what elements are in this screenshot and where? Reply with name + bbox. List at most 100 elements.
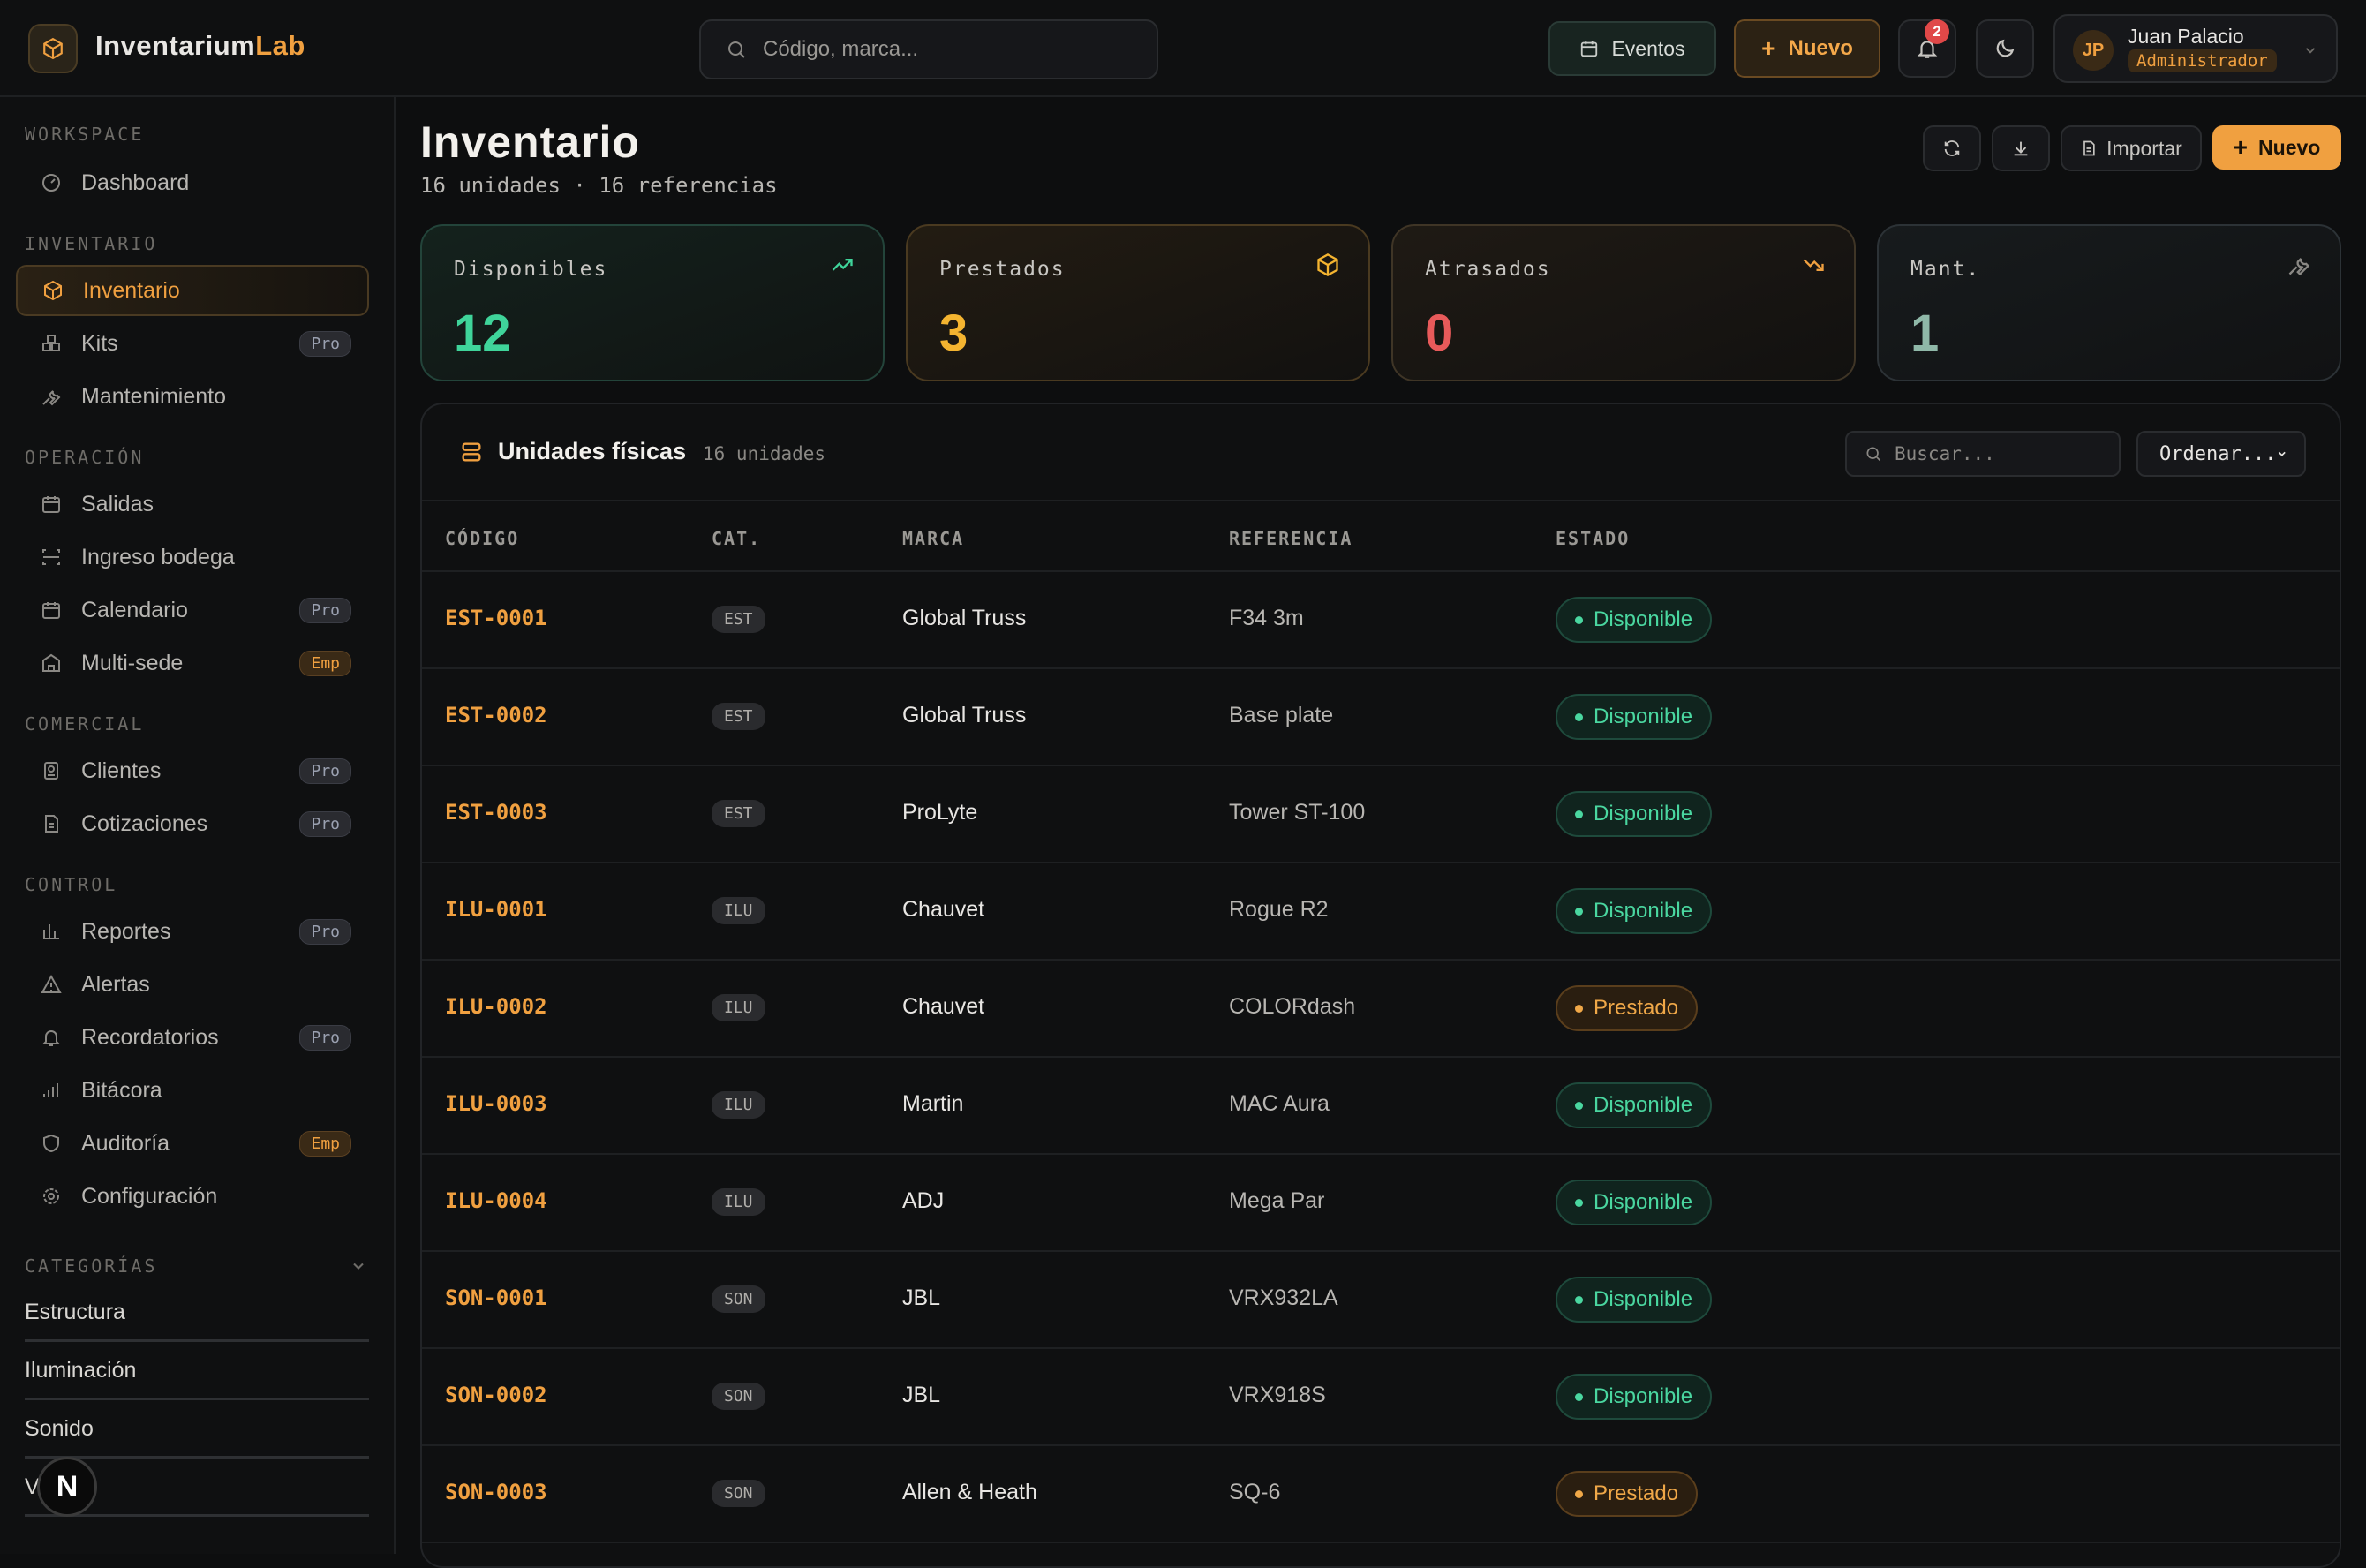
category-pill: SON (712, 1383, 765, 1410)
sidebar-item-ingreso-bodega[interactable]: Ingreso bodega (16, 531, 369, 583)
unit-code[interactable]: SON-0002 (445, 1383, 547, 1407)
table-row[interactable]: SON-0003 SON Allen & Heath SQ-6 Prestado (422, 1446, 2340, 1543)
sidebar-item-label: Configuración (81, 1183, 218, 1209)
sidebar-item-cotizaciones[interactable]: Cotizaciones Pro (16, 798, 369, 849)
stat-value: 3 (939, 305, 968, 362)
table-row[interactable]: ILU-0004 ILU ADJ Mega Par Disponible (422, 1155, 2340, 1252)
new-item-button[interactable]: + Nuevo (2212, 125, 2341, 170)
sidebar-item-auditoria[interactable]: Auditoría Emp (16, 1118, 369, 1169)
theme-toggle-button[interactable] (1976, 19, 2034, 78)
dev-indicator-bubble[interactable]: N (37, 1457, 97, 1517)
unit-brand: Global Truss (902, 703, 1027, 727)
category-pill: EST (712, 800, 765, 827)
stat-card-disponibles[interactable]: Disponibles 12 (420, 224, 885, 381)
unit-code[interactable]: ILU-0004 (445, 1188, 547, 1213)
status-dot (1575, 1101, 1583, 1110)
moon-icon (1996, 39, 2015, 57)
new-top-button[interactable]: + Nuevo (1734, 19, 1880, 78)
download-button[interactable] (1992, 125, 2050, 171)
bell-icon (41, 1030, 61, 1046)
section-label-control: CONTROL (25, 874, 118, 895)
events-button[interactable]: Eventos (1548, 21, 1716, 76)
sidebar-item-label: Auditoría (81, 1130, 170, 1156)
stat-card-atrasados[interactable]: Atrasados 0 (1391, 224, 1856, 381)
sidebar-item-reportes[interactable]: Reportes Pro (16, 906, 369, 957)
sidebar-item-mantenimiento[interactable]: Mantenimiento (16, 371, 369, 422)
sort-select[interactable]: Ordenar... (2136, 431, 2306, 477)
unit-code[interactable]: EST-0003 (445, 800, 547, 825)
unit-code[interactable]: ILU-0003 (445, 1091, 547, 1116)
category-item[interactable]: Sonido (25, 1402, 369, 1459)
sidebar-item-bitacora[interactable]: Bitácora (16, 1065, 369, 1116)
unit-code[interactable]: ILU-0002 (445, 994, 547, 1019)
sidebar-item-salidas[interactable]: Salidas (16, 479, 369, 530)
pro-badge: Pro (299, 1024, 351, 1051)
table-row[interactable]: EST-0001 EST Global Truss F34 3m Disponible (422, 572, 2340, 669)
sidebar-item-kits[interactable]: Kits Pro (16, 318, 369, 369)
table-row[interactable]: ILU-0003 ILU Martin MAC Aura Disponible (422, 1058, 2340, 1155)
notifications-button[interactable]: 2 (1898, 19, 1956, 78)
column-header-estado[interactable]: ESTADO (1556, 528, 1630, 549)
bar-chart-icon (43, 924, 59, 939)
sidebar-item-multi-sede[interactable]: Multi-sede Emp (16, 637, 369, 689)
unit-code[interactable]: ILU-0001 (445, 897, 547, 922)
building-icon (42, 653, 60, 672)
global-search-input[interactable] (763, 37, 1134, 62)
refresh-icon (1944, 140, 1960, 156)
avatar: JP (2073, 30, 2114, 71)
table-row[interactable]: SON-0001 SON JBL VRX932LA Disponible (422, 1252, 2340, 1349)
stat-label: Disponibles (454, 258, 608, 281)
table-row[interactable]: EST-0002 EST Global Truss Base plate Disponi… (422, 669, 2340, 766)
global-search[interactable] (699, 19, 1158, 79)
table-row[interactable]: ILU-0001 ILU Chauvet Rogue R2 Disponible (422, 863, 2340, 961)
unit-brand: Chauvet (902, 994, 985, 1019)
sidebar-item-alertas[interactable]: Alertas (16, 959, 369, 1010)
stat-card-mantenimiento[interactable]: Mant. 1 (1877, 224, 2341, 381)
column-header-codigo[interactable]: CÓDIGO (445, 528, 519, 549)
unit-code[interactable]: SON-0001 (445, 1285, 547, 1310)
calendar-icon (1581, 41, 1598, 57)
import-button[interactable]: Importar (2061, 125, 2202, 171)
sidebar-item-configuracion[interactable]: Configuración (16, 1171, 369, 1222)
section-label-workspace: WORKSPACE (25, 124, 145, 145)
search-icon (728, 41, 745, 58)
column-header-referencia[interactable]: REFERENCIA (1229, 528, 1353, 549)
calendar-icon (42, 496, 60, 513)
sidebar-item-dashboard[interactable]: Dashboard (16, 157, 369, 208)
trending-down-icon (1803, 259, 1824, 271)
sidebar-item-label: Mantenimiento (81, 383, 226, 409)
status-badge: Disponible (1556, 1277, 1713, 1323)
sidebar-item-recordatorios[interactable]: Recordatorios Pro (16, 1012, 369, 1063)
sidebar-item-inventario[interactable]: Inventario (16, 265, 369, 316)
table-row[interactable]: EST-0003 EST ProLyte Tower ST-100 Disponible (422, 766, 2340, 863)
search-icon (1866, 447, 1881, 462)
unit-code[interactable]: EST-0001 (445, 606, 547, 630)
logo-cube-icon[interactable] (28, 24, 78, 73)
user-menu[interactable]: JP Juan Palacio Administrador (2053, 14, 2338, 83)
table-row[interactable]: ILU-0002 ILU Chauvet COLORdash Prestado (422, 961, 2340, 1058)
category-item[interactable]: Estructura (25, 1285, 369, 1342)
table-search-input[interactable] (1895, 443, 2106, 464)
table-search[interactable] (1845, 431, 2121, 477)
unit-reference: MAC Aura (1229, 1091, 1330, 1116)
table-row[interactable]: SON-0002 SON JBL VRX918S Disponible (422, 1349, 2340, 1446)
unit-reference: Mega Par (1229, 1188, 1325, 1213)
chevron-down-icon (2279, 451, 2287, 456)
category-item[interactable]: Iluminación (25, 1344, 369, 1400)
section-label-comercial: COMERCIAL (25, 713, 145, 735)
column-header-cat[interactable]: CAT. (712, 528, 761, 549)
category-pill: SON (712, 1285, 765, 1313)
unit-code[interactable]: EST-0002 (445, 703, 547, 727)
status-badge: Disponible (1556, 1180, 1713, 1225)
refresh-button[interactable] (1923, 125, 1981, 171)
sidebar-item-label: Cotizaciones (81, 810, 208, 836)
sidebar-item-label: Calendario (81, 597, 188, 622)
unit-code[interactable]: SON-0003 (445, 1480, 547, 1504)
user-name: Juan Palacio (2128, 25, 2244, 48)
chevron-down-icon[interactable] (350, 1257, 367, 1275)
sidebar-item-calendario[interactable]: Calendario Pro (16, 584, 369, 636)
sidebar-item-label: Reportes (81, 918, 171, 944)
stat-card-prestados[interactable]: Prestados 3 (906, 224, 1370, 381)
column-header-marca[interactable]: MARCA (902, 528, 964, 549)
sidebar-item-clientes[interactable]: Clientes Pro (16, 745, 369, 796)
